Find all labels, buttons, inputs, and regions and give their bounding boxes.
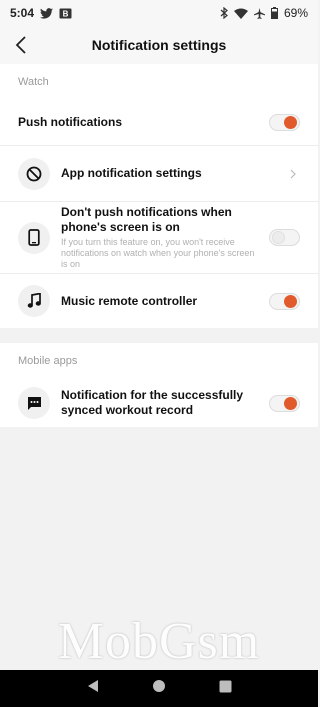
screen-on-toggle[interactable] <box>269 229 300 246</box>
page-title: Notification settings <box>91 37 227 53</box>
watermark: MobGsm <box>57 613 261 670</box>
airplane-icon <box>253 7 265 19</box>
back-button[interactable] <box>8 32 34 58</box>
circle-home-icon <box>153 680 166 692</box>
mobile-apps-section: Mobile apps Notification for the success… <box>0 343 318 427</box>
workout-record-label: Notification for the successfully synced… <box>61 388 244 417</box>
phone-icon <box>18 221 50 254</box>
battery-level: 69% <box>283 6 308 20</box>
watch-section: Watch Push notifications App notificatio… <box>0 64 318 328</box>
square-recents-icon <box>219 680 232 692</box>
music-remote-row[interactable]: Music remote controller <box>0 274 318 328</box>
section-label-mobile-apps: Mobile apps <box>0 343 318 379</box>
app-notification-settings-label: App notification settings <box>61 166 202 180</box>
status-time: 5:04 <box>10 6 35 20</box>
nav-home-button[interactable] <box>152 679 166 698</box>
bluetooth-icon <box>220 7 228 19</box>
nav-recents-button[interactable] <box>219 680 232 698</box>
screen-on-description: If you turn this feature on, you won't r… <box>61 237 255 269</box>
mail-icon: B <box>59 8 72 19</box>
push-notifications-row[interactable]: Push notifications <box>0 100 318 146</box>
chevron-left-icon <box>15 36 26 54</box>
app-header: Notification settings <box>0 26 318 64</box>
nav-back-button[interactable] <box>86 679 100 698</box>
workout-record-row[interactable]: Notification for the successfully synced… <box>0 379 318 427</box>
message-icon <box>18 387 50 419</box>
section-label-watch: Watch <box>0 64 318 100</box>
wifi-icon <box>233 8 248 19</box>
triangle-back-icon <box>88 680 99 692</box>
screen-on-row[interactable]: Don't push notifications when phone's sc… <box>0 202 318 274</box>
music-remote-toggle[interactable] <box>269 292 300 310</box>
twitter-icon <box>40 7 54 19</box>
battery-icon <box>270 7 278 19</box>
music-remote-label: Music remote controller <box>61 293 198 308</box>
push-notifications-toggle[interactable] <box>269 114 300 131</box>
screen-on-label: Don't push notifications when phone's sc… <box>61 205 232 234</box>
chevron-right-icon <box>286 169 300 179</box>
system-nav-bar <box>0 670 318 707</box>
push-notifications-label: Push notifications <box>18 115 123 129</box>
music-note-icon <box>18 285 50 317</box>
app-notification-settings-row[interactable]: App notification settings <box>0 146 318 202</box>
workout-record-toggle[interactable] <box>269 394 300 412</box>
status-bar: 5:04 B 69% <box>0 0 318 26</box>
svg-text:B: B <box>63 9 69 18</box>
block-icon <box>18 157 50 190</box>
